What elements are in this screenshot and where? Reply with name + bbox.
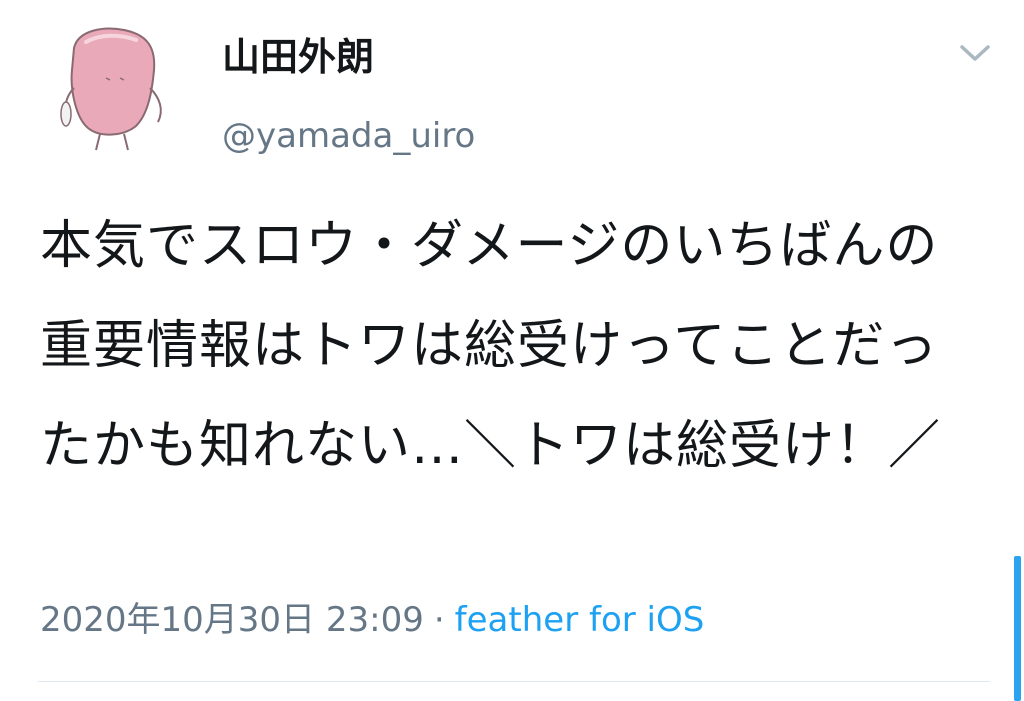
display-name[interactable]: 山田外朗 bbox=[222, 34, 475, 80]
tweet-menu-button[interactable] bbox=[953, 36, 997, 70]
pink-blob-character-icon bbox=[60, 27, 162, 151]
tweet-timestamp[interactable]: 2020年10月30日 23:09 bbox=[40, 600, 424, 640]
divider bbox=[38, 681, 990, 682]
tweet-source-link[interactable]: feather for iOS bbox=[455, 600, 705, 640]
scrollbar[interactable] bbox=[1014, 556, 1021, 701]
user-handle[interactable]: @yamada_uiro bbox=[222, 116, 475, 156]
chevron-down-icon bbox=[960, 45, 990, 61]
author-block[interactable]: 山田外朗 @yamada_uiro bbox=[222, 34, 475, 156]
avatar[interactable] bbox=[44, 18, 180, 154]
meta-separator: · bbox=[433, 600, 445, 640]
tweet-text: 本気でスロウ・ダメージのいちばんの重要情報はトワは総受けってことだったかも知れな… bbox=[40, 216, 942, 476]
tweet-meta: 2020年10月30日 23:09 · feather for iOS bbox=[40, 598, 704, 642]
tweet-detail: 山田外朗 @yamada_uiro 本気でスロウ・ダメージのいちばんの重要情報は… bbox=[0, 0, 1024, 701]
